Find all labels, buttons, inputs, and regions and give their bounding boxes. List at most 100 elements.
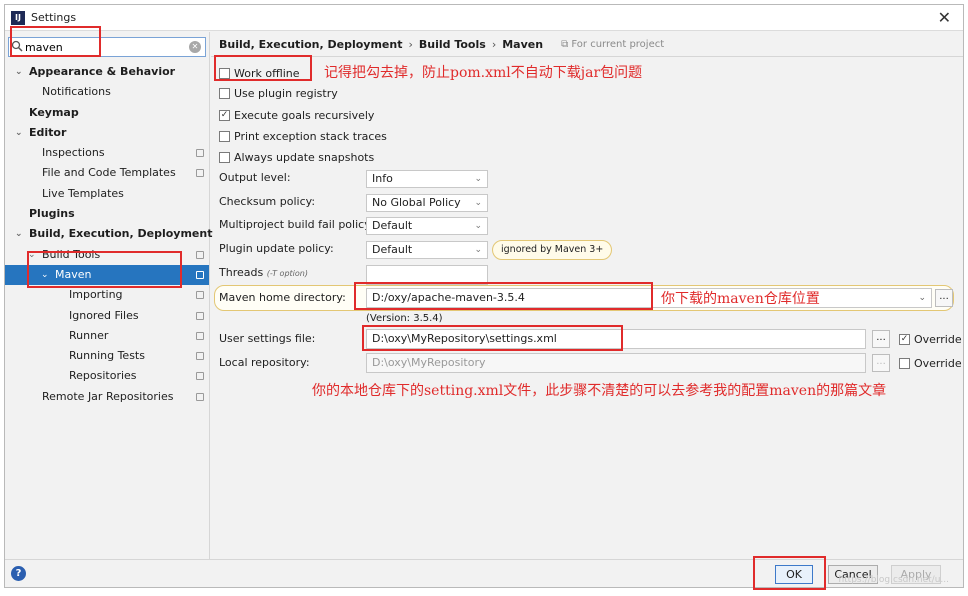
user-settings-override[interactable]: ✓ Override <box>899 329 962 349</box>
tree-item[interactable]: Notifications <box>5 82 209 102</box>
tree-item[interactable]: Inspections <box>5 143 209 163</box>
threads-label-text: Threads <box>219 266 264 279</box>
tree-item[interactable]: ⌄ Editor <box>5 123 209 143</box>
breadcrumb-item[interactable]: Build Tools <box>419 38 486 51</box>
tree-item[interactable]: File and Code Templates <box>5 163 209 183</box>
settings-tree: ⌄ Appearance & Behavior Notifications Keyma… <box>5 62 213 407</box>
watermark: https://blog.csdn.net/u... <box>838 575 949 585</box>
tree-item[interactable]: Repositories <box>5 366 209 386</box>
chevron-down-icon[interactable]: ⌄ <box>15 123 23 143</box>
tree-item-label: Appearance & Behavior <box>29 65 176 78</box>
annotation-settings-note: 你的本地仓库下的setting.xml文件，此步骤不清楚的可以去参考我的配置ma… <box>312 383 887 399</box>
window-title: Settings <box>31 11 77 24</box>
multiproject-fail-select[interactable]: Default ⌄ <box>366 217 488 235</box>
print-exception-row[interactable]: Print exception stack traces <box>219 126 387 146</box>
tree-item[interactable]: Running Tests <box>5 346 209 366</box>
breadcrumb: Build, Execution, Deployment › Build Too… <box>211 32 963 57</box>
always-update-row[interactable]: Always update snapshots <box>219 147 374 167</box>
output-level-select[interactable]: Info ⌄ <box>366 170 488 188</box>
tree-item[interactable]: Keymap <box>5 103 209 123</box>
chevron-down-icon[interactable]: ⌄ <box>15 224 23 244</box>
tree-item[interactable]: Plugins <box>5 204 209 224</box>
checksum-policy-select[interactable]: No Global Policy ⌄ <box>366 194 488 212</box>
execute-goals-checkbox[interactable]: ✓ <box>219 109 230 121</box>
multiproject-fail-value: Default <box>372 219 413 232</box>
breadcrumb-separator: › <box>491 37 497 51</box>
tree-item[interactable]: Runner <box>5 326 209 346</box>
settings-sidebar: ✕ ⌄ Appearance & Behavior Notifications Key… <box>5 32 213 559</box>
annotation-box-ok <box>753 556 826 590</box>
chevron-down-icon: ⌄ <box>474 174 482 184</box>
project-scope-icon <box>196 250 204 259</box>
annotation-maven-home-note: 你下载的maven仓库位置 <box>661 291 820 307</box>
local-repo-override[interactable]: Override <box>899 353 962 373</box>
tree-item-label: Inspections <box>42 146 105 160</box>
tree-item-label: Notifications <box>42 85 111 99</box>
tree-item-label: Importing <box>69 288 123 302</box>
execute-goals-label: Execute goals recursively <box>234 108 375 122</box>
breadcrumb-item: Maven <box>502 37 544 51</box>
project-scope-icon <box>196 372 204 381</box>
local-repo-browse-button[interactable]: ... <box>872 354 890 372</box>
user-settings-label: User settings file: <box>219 332 316 345</box>
user-settings-browse-button[interactable]: ... <box>872 330 890 348</box>
project-scope-icon <box>196 169 204 178</box>
tree-item[interactable]: ⌄ Build, Execution, Deployment <box>5 224 213 244</box>
chevron-down-icon[interactable]: ⌄ <box>918 289 926 307</box>
tree-item-label: Repositories <box>69 369 137 383</box>
help-icon[interactable]: ? <box>11 566 26 581</box>
tree-item-label: Live Templates <box>42 186 124 200</box>
local-repo-input[interactable]: D:\oxy\MyRepository <box>366 353 866 373</box>
plugin-update-label: Plugin update policy: <box>219 242 334 255</box>
always-update-label: Always update snapshots <box>234 150 375 164</box>
project-scope-text: For current project <box>571 38 665 50</box>
maven-home-browse-button[interactable]: ... <box>935 289 953 307</box>
maven-settings-panel: Build, Execution, Deployment › Build Too… <box>211 32 963 559</box>
plugin-registry-checkbox[interactable] <box>219 87 230 99</box>
tree-item-label: Runner <box>69 328 109 342</box>
tree-item-label: Running Tests <box>69 349 145 363</box>
plugin-update-value: Default <box>372 243 413 256</box>
project-scope-icon <box>196 352 204 361</box>
chevron-down-icon[interactable]: ⌄ <box>15 62 23 82</box>
dialog-footer: ? OK Cancel Apply https://blog.csdn.net/… <box>5 556 963 590</box>
tree-item[interactable]: ⌄ Appearance & Behavior <box>5 62 209 82</box>
annotation-box-maven-item <box>27 251 182 288</box>
always-update-checkbox[interactable] <box>219 151 230 163</box>
intellij-icon: IJ <box>11 10 25 25</box>
project-scope-icon <box>196 392 204 401</box>
project-scope-icon <box>196 331 204 340</box>
title-bar: IJ Settings ✕ <box>5 5 963 31</box>
local-repo-label: Local repository: <box>219 356 310 369</box>
breadcrumb-item[interactable]: Build, Execution, Deployment <box>219 38 402 51</box>
user-settings-override-label: Override <box>914 332 962 346</box>
tree-item-label: Plugins <box>29 207 75 221</box>
annotation-box-work-offline <box>214 55 312 81</box>
output-level-label: Output level: <box>219 171 291 184</box>
clear-search-icon[interactable]: ✕ <box>189 41 201 53</box>
checksum-policy-value: No Global Policy <box>372 196 461 209</box>
plugin-registry-row[interactable]: Use plugin registry <box>219 83 338 103</box>
annotation-box-user-settings <box>362 325 623 351</box>
plugin-update-select[interactable]: Default ⌄ <box>366 241 488 259</box>
tree-item[interactable]: Live Templates <box>5 184 209 204</box>
tree-item[interactable]: Importing <box>5 285 209 305</box>
close-icon[interactable]: ✕ <box>938 8 951 27</box>
tree-item[interactable]: Remote Jar Repositories <box>5 387 209 407</box>
user-settings-override-checkbox[interactable]: ✓ <box>899 333 910 345</box>
execute-goals-row[interactable]: ✓ Execute goals recursively <box>219 105 374 125</box>
print-exception-checkbox[interactable] <box>219 130 230 142</box>
tree-item-label: Remote Jar Repositories <box>42 389 174 403</box>
project-scope-label: ⧉ For current project <box>561 38 665 50</box>
breadcrumb-separator: › <box>408 37 413 51</box>
annotation-offline-note: 记得把勾去掉，防止pom.xml不自动下载jar包问题 <box>324 65 643 81</box>
output-level-value: Info <box>372 172 393 185</box>
ignored-badge: ignored by Maven 3+ <box>492 240 613 260</box>
tree-item[interactable]: Ignored Files <box>5 306 209 326</box>
checksum-policy-label: Checksum policy: <box>219 195 316 208</box>
annotation-box-maven-home <box>354 282 653 310</box>
local-repo-override-checkbox[interactable] <box>899 357 910 369</box>
tree-item-label: Build, Execution, Deployment <box>29 227 213 241</box>
project-scope-icon <box>196 270 204 279</box>
settings-window: IJ Settings ✕ ✕ ⌄ Appearance & Behavior No… <box>4 4 964 590</box>
